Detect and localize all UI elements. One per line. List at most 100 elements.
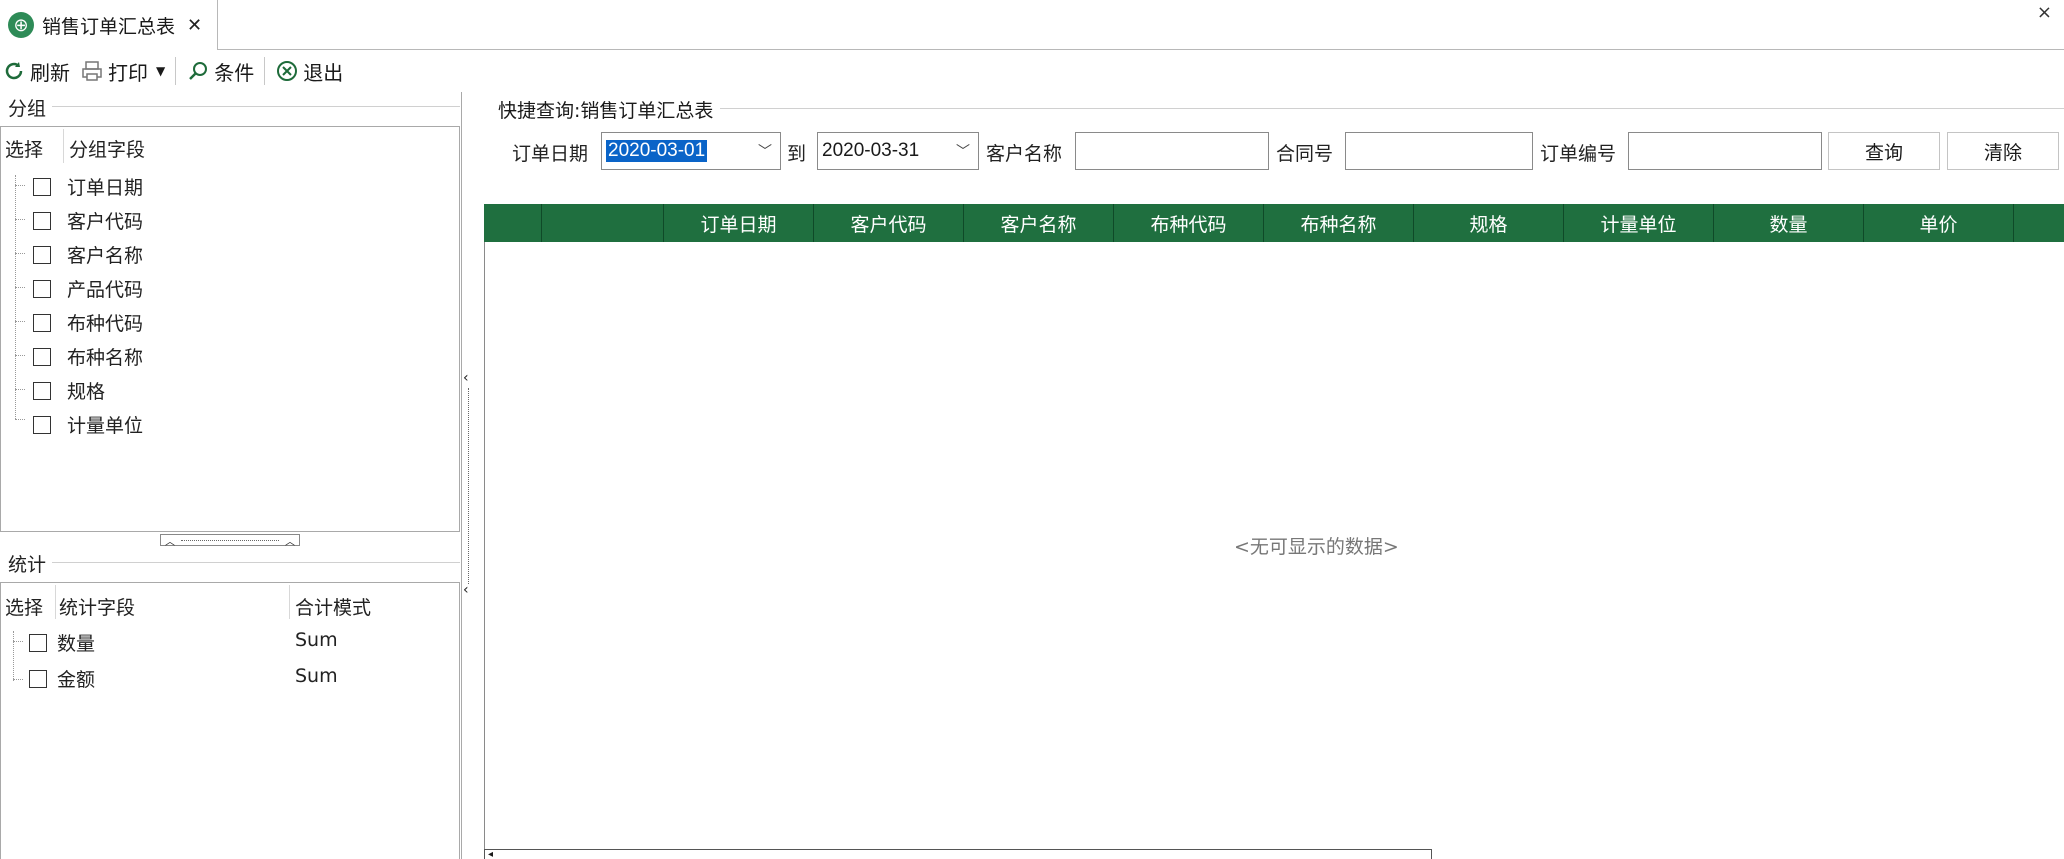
- checkbox[interactable]: [33, 313, 51, 332]
- chevron-down-icon[interactable]: ﹀: [956, 141, 970, 161]
- window-close-icon[interactable]: ×: [2037, 2, 2052, 23]
- vertical-splitter[interactable]: ‹ ‹: [462, 370, 476, 602]
- grid-header: 订单日期 客户代码 客户名称 布种代码 布种名称 规格 计量单位 数量 单价: [484, 204, 2064, 242]
- order-date-label: 订单日期: [512, 143, 589, 165]
- printer-icon: [80, 59, 104, 83]
- stats-item-quantity[interactable]: 数量: [29, 629, 95, 656]
- grid-col-customer-code[interactable]: 客户代码: [814, 204, 964, 242]
- tree-tick: [13, 641, 23, 642]
- exit-button[interactable]: 退出: [275, 57, 343, 86]
- chevron-up-icon: ︿: [165, 536, 175, 548]
- group-item-label: 计量单位: [67, 415, 144, 437]
- customer-name-input[interactable]: [1075, 132, 1269, 170]
- exit-label: 退出: [303, 60, 344, 85]
- tab-close-icon[interactable]: ✕: [187, 15, 202, 36]
- query-button[interactable]: 查询: [1828, 132, 1940, 170]
- refresh-label: 刷新: [30, 60, 70, 85]
- toolbar: 刷新 打印 ▼ 条件 退出: [0, 51, 2064, 91]
- group-item-customer-code[interactable]: 客户代码: [33, 207, 143, 234]
- stats-field-list: 选择 统计字段 合计模式 数量 Sum 金额 Sum: [0, 582, 460, 859]
- group-item-label: 产品代码: [67, 279, 144, 301]
- grid-col-quantity[interactable]: 数量: [1714, 204, 1864, 242]
- date-to-combo[interactable]: 2020-03-31 ﹀: [817, 132, 979, 170]
- tree-tick: [15, 389, 25, 390]
- tree-tick: [15, 253, 25, 254]
- checkbox[interactable]: [33, 177, 51, 196]
- grid-col-unit-price[interactable]: 单价: [1864, 204, 2014, 242]
- date-from-value: 2020-03-01: [606, 140, 708, 162]
- tab-bar: ⊕ 销售订单汇总表 ✕ ×: [0, 0, 2064, 50]
- stats-col-field: 统计字段: [59, 597, 136, 619]
- grid-col-indicator[interactable]: [484, 204, 542, 242]
- scroll-left-icon[interactable]: ◂: [488, 849, 493, 859]
- group-item-product-code[interactable]: 产品代码: [33, 275, 143, 302]
- order-no-label: 订单编号: [1540, 143, 1617, 165]
- globe-icon: ⊕: [8, 12, 34, 38]
- tree-tick: [15, 287, 25, 288]
- group-item-customer-name[interactable]: 客户名称: [33, 241, 143, 268]
- checkbox[interactable]: [33, 347, 51, 366]
- print-button[interactable]: 打印 ▼: [80, 57, 165, 86]
- group-item-order-date[interactable]: 订单日期: [33, 173, 143, 200]
- checkbox[interactable]: [29, 669, 47, 688]
- grid-col-customer-name[interactable]: 客户名称: [964, 204, 1114, 242]
- group-item-label: 客户代码: [67, 211, 144, 233]
- checkbox[interactable]: [33, 415, 51, 434]
- refresh-button[interactable]: 刷新: [2, 57, 70, 86]
- tree-tick: [15, 355, 25, 356]
- checkbox[interactable]: [33, 381, 51, 400]
- tab-sales-order-summary[interactable]: ⊕ 销售订单汇总表 ✕: [0, 0, 218, 50]
- group-col-field: 分组字段: [69, 139, 146, 161]
- tree-tick: [15, 321, 25, 322]
- grid-col-unit[interactable]: 计量单位: [1564, 204, 1714, 242]
- checkbox[interactable]: [33, 245, 51, 264]
- stats-item-amount[interactable]: 金额: [29, 665, 95, 692]
- condition-button[interactable]: 条件: [186, 57, 254, 86]
- date-from-combo[interactable]: 2020-03-01 ﹀: [601, 132, 781, 170]
- stats-item-label: 数量: [57, 633, 96, 655]
- chevron-down-icon[interactable]: ﹀: [758, 141, 772, 161]
- toolbar-separator: [175, 57, 177, 85]
- horizontal-scrollbar[interactable]: [484, 849, 1432, 859]
- tree-tick: [15, 219, 25, 220]
- chevron-left-icon[interactable]: ‹: [463, 582, 469, 598]
- grid-col-fabric-code[interactable]: 布种代码: [1114, 204, 1264, 242]
- stats-section-title: 统计: [8, 554, 47, 576]
- contract-input[interactable]: [1345, 132, 1533, 170]
- checkbox[interactable]: [29, 633, 47, 652]
- refresh-icon: [2, 59, 26, 83]
- group-item-fabric-name[interactable]: 布种名称: [33, 343, 143, 370]
- grid-col-blank[interactable]: [542, 204, 664, 242]
- splitter-dots: [468, 388, 469, 584]
- group-item-spec[interactable]: 规格: [33, 377, 105, 404]
- checkbox[interactable]: [33, 211, 51, 230]
- column-divider: [289, 585, 290, 619]
- group-item-fabric-code[interactable]: 布种代码: [33, 309, 143, 336]
- grid-col-spec[interactable]: 规格: [1414, 204, 1564, 242]
- group-item-label: 布种名称: [67, 347, 144, 369]
- grid-col-next[interactable]: [2014, 204, 2064, 242]
- order-no-input[interactable]: [1628, 132, 1822, 170]
- grid-col-fabric-name[interactable]: 布种名称: [1264, 204, 1414, 242]
- chevron-up-icon: ︿: [285, 536, 295, 548]
- column-divider: [55, 585, 56, 619]
- splitter-collapse-handle[interactable]: ︿ ︿: [160, 534, 300, 548]
- empty-grid-message: <无可显示的数据>: [1234, 536, 1399, 558]
- stats-item-mode[interactable]: Sum: [295, 665, 338, 687]
- tree-tick: [15, 185, 25, 186]
- exit-icon: [275, 59, 299, 83]
- dropdown-caret-icon[interactable]: ▼: [156, 64, 165, 78]
- date-to-value: 2020-03-31: [822, 140, 920, 161]
- condition-label: 条件: [214, 60, 255, 85]
- group-item-unit[interactable]: 计量单位: [33, 411, 143, 438]
- clear-button[interactable]: 清除: [1947, 132, 2059, 170]
- customer-name-label: 客户名称: [986, 143, 1063, 165]
- checkbox[interactable]: [33, 279, 51, 298]
- search-icon: [186, 59, 210, 83]
- grid-col-order-date[interactable]: 订单日期: [664, 204, 814, 242]
- stats-col-select: 选择: [5, 597, 44, 619]
- stats-item-mode[interactable]: Sum: [295, 629, 338, 651]
- tree-guide: [13, 631, 14, 681]
- splitter-dots: [181, 539, 279, 541]
- chevron-left-icon[interactable]: ‹: [463, 370, 469, 386]
